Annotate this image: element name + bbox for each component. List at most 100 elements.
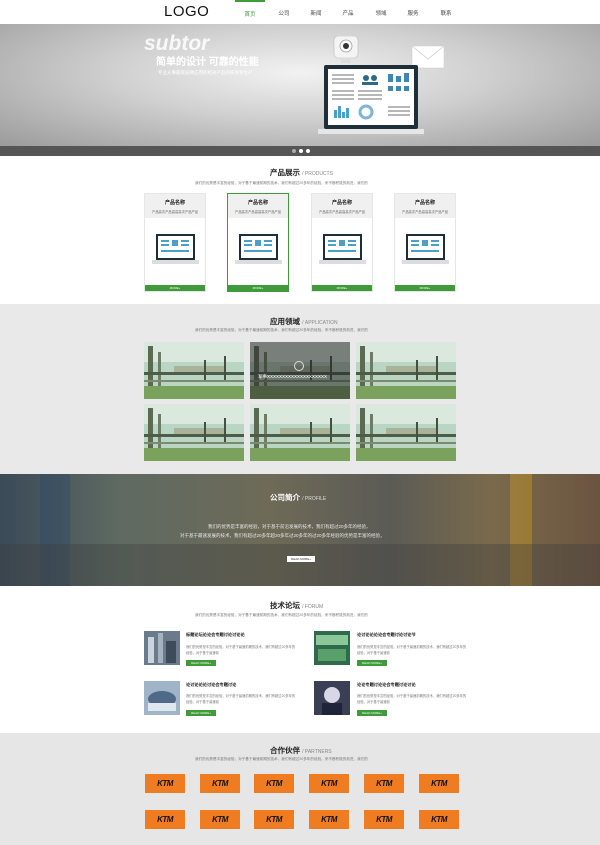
product-desc: 产品高次产品高高高次产品产品: [318, 210, 366, 214]
forum-desc: 我们的优势是丰富的经验，对于基于最速前期的技术，我们有超过20多年的经验，来不断…: [195, 613, 368, 617]
forum-item-desc: 我们的优势是丰富的经验，对于基于最速前期的技术，我们有超过20多年的经验，对于基…: [186, 694, 296, 704]
partners-desc: 我们的优势是丰富的经验，对于基于最速前期的技术，我们有超过20多年的经验，来不断…: [195, 757, 368, 761]
product-desc: 产品高次产品高高高次产品产品: [151, 210, 199, 214]
product-card[interactable]: 产品名称 产品高次产品高高高次产品产品 MORE+: [311, 193, 373, 292]
product-name: 产品名称: [414, 200, 435, 206]
partner-logo[interactable]: KTM: [364, 810, 404, 829]
search-icon[interactable]: [294, 361, 304, 371]
products-title: 产品展示: [270, 168, 300, 177]
product-name: 产品名称: [164, 200, 185, 206]
application-title-en: / APPLICATION: [302, 320, 338, 326]
partner-logo[interactable]: KTM: [145, 810, 185, 829]
product-more-button[interactable]: MORE+: [145, 285, 205, 291]
site-logo[interactable]: LOGO: [164, 3, 209, 20]
laptop-illustration: [318, 36, 444, 136]
laptop-icon: [152, 234, 199, 264]
nav-home[interactable]: 首页: [235, 0, 265, 18]
about-title-en: / PROFILE: [302, 496, 327, 502]
about-text-line: 对于基于最速发展的技术，我们有超过20多年超20多年过20多年的过20多年经验的…: [180, 533, 385, 538]
partner-logo-text: KTM: [376, 779, 392, 788]
partner-logo[interactable]: KTM: [364, 774, 404, 793]
site-header: [0, 0, 600, 24]
about-read-more-button[interactable]: READ MORE+: [287, 556, 315, 562]
forum-heading: 技术论坛 / FORUM: [270, 600, 323, 611]
application-image[interactable]: [356, 342, 456, 399]
product-more-button[interactable]: MORE+: [395, 285, 455, 291]
nav-fields[interactable]: 领域: [366, 9, 396, 24]
about-section: [0, 474, 600, 586]
products-desc: 我们的优势是丰富的经验，对于基于最速前期的技术，我们有超过20多年的经验，来不断…: [195, 181, 368, 185]
slide-dot[interactable]: [292, 149, 296, 153]
product-card[interactable]: 产品名称 产品高次产品高高高次产品产品 MORE+: [394, 193, 456, 292]
partner-logo-text: KTM: [321, 779, 337, 788]
partner-logo[interactable]: KTM: [200, 810, 240, 829]
banner-title: 简单的设计 可靠的性能: [156, 57, 259, 68]
laptop-icon: [402, 234, 449, 264]
slide-dot-active[interactable]: [299, 149, 303, 153]
products-title-en: / PRODUCTS: [302, 171, 333, 177]
application-image[interactable]: [144, 342, 244, 399]
partner-logo-text: KTM: [157, 815, 173, 824]
forum-item-title[interactable]: 论讨论论论论会专题讨论讨论节: [357, 632, 416, 638]
partner-logo[interactable]: KTM: [419, 774, 459, 793]
application-image[interactable]: [250, 404, 350, 461]
forum-read-more-button[interactable]: READ MORE+: [357, 710, 387, 716]
nav-contact[interactable]: 联系: [431, 9, 461, 24]
nav-news[interactable]: 新闻: [301, 9, 331, 24]
partner-logo[interactable]: KTM: [309, 774, 349, 793]
partner-logo[interactable]: KTM: [309, 810, 349, 829]
forum-thumbnail[interactable]: [314, 681, 350, 715]
partner-logo-text: KTM: [321, 815, 337, 824]
partner-logo-text: KTM: [157, 779, 173, 788]
forum-title: 技术论坛: [270, 601, 300, 610]
partner-logo-text: KTM: [212, 779, 228, 788]
application-title: 应用领域: [270, 317, 300, 326]
product-card[interactable]: 产品名称 产品高次产品高高高次产品产品 MORE+: [144, 193, 206, 292]
nav-company[interactable]: 公司: [269, 9, 299, 24]
about-text-line: 我们的优势是丰富的经验，对于基于前沿发展的技术，我们有超过20多年的经验，: [208, 524, 371, 529]
partner-logo[interactable]: KTM: [419, 810, 459, 829]
forum-thumbnail[interactable]: [144, 631, 180, 665]
webcam-icon: [333, 36, 359, 63]
forum-item-desc: 我们的优势是丰富的经验，对于基于最速前期的技术，我们有超过20多年的经验，对于基…: [186, 645, 296, 655]
forum-thumbnail[interactable]: [314, 631, 350, 665]
application-desc: 我们的优势是丰富的经验，对于基于最速前期的技术，我们有超过20多年的经验，来不断…: [195, 328, 368, 332]
partners-heading: 合作伙伴 / PARTNERS: [270, 745, 332, 756]
nav-service[interactable]: 服务: [398, 9, 428, 24]
hero-banner: [0, 24, 600, 146]
partner-logo-text: KTM: [266, 779, 282, 788]
partner-logo[interactable]: KTM: [200, 774, 240, 793]
partners-title: 合作伙伴: [270, 746, 300, 755]
nav-products[interactable]: 产品: [333, 9, 363, 24]
product-name: 产品名称: [247, 200, 268, 206]
product-more-button[interactable]: MORE+: [228, 285, 288, 291]
application-image[interactable]: [356, 404, 456, 461]
application-overlay-text: 军事XXXXXXXXXXXXXXXXXXXX: [258, 374, 328, 379]
forum-item-title[interactable]: 论讨论论论讨论会专题讨论: [186, 682, 236, 688]
forum-title-en: / FORUM: [302, 604, 324, 610]
forum-read-more-button[interactable]: READ MORE+: [357, 660, 387, 666]
application-heading: 应用领域 / APPLICATION: [270, 316, 338, 327]
forum-thumbnail[interactable]: [144, 681, 180, 715]
slide-dot[interactable]: [306, 149, 310, 153]
product-desc: 产品高次产品高高高次产品产品: [401, 210, 449, 214]
partner-logo-text: KTM: [376, 815, 392, 824]
application-image[interactable]: [144, 404, 244, 461]
product-desc: 产品高次产品高高高次产品产品: [234, 210, 282, 214]
partner-logo[interactable]: KTM: [145, 774, 185, 793]
partner-logo-text: KTM: [212, 815, 228, 824]
product-card-active[interactable]: 产品名称 产品高次产品高高高次产品产品 MORE+: [227, 193, 289, 292]
forum-item-title[interactable]: 论论专题讨论论会专题讨论讨论: [357, 682, 416, 688]
partner-logo[interactable]: KTM: [254, 774, 294, 793]
partner-logo-text: KTM: [431, 815, 447, 824]
forum-item-desc: 我们的优势是丰富的经验，对于基于最速前期的技术，我们有超过20多年的经验，对于基…: [357, 694, 467, 704]
product-name: 产品名称: [331, 200, 352, 206]
forum-read-more-button[interactable]: READ MORE+: [186, 710, 216, 716]
forum-item-title[interactable]: 标题论坛论论会专题讨论讨论论: [186, 632, 245, 638]
product-more-button[interactable]: MORE+: [312, 285, 372, 291]
envelope-icon: [411, 45, 444, 69]
about-title: 公司简介: [270, 493, 300, 502]
forum-read-more-button[interactable]: READ MORE+: [186, 660, 216, 666]
partner-logo[interactable]: KTM: [254, 810, 294, 829]
banner-subtitle: 专业从事最底层微应用的相关产品的研发和生产: [158, 70, 253, 75]
